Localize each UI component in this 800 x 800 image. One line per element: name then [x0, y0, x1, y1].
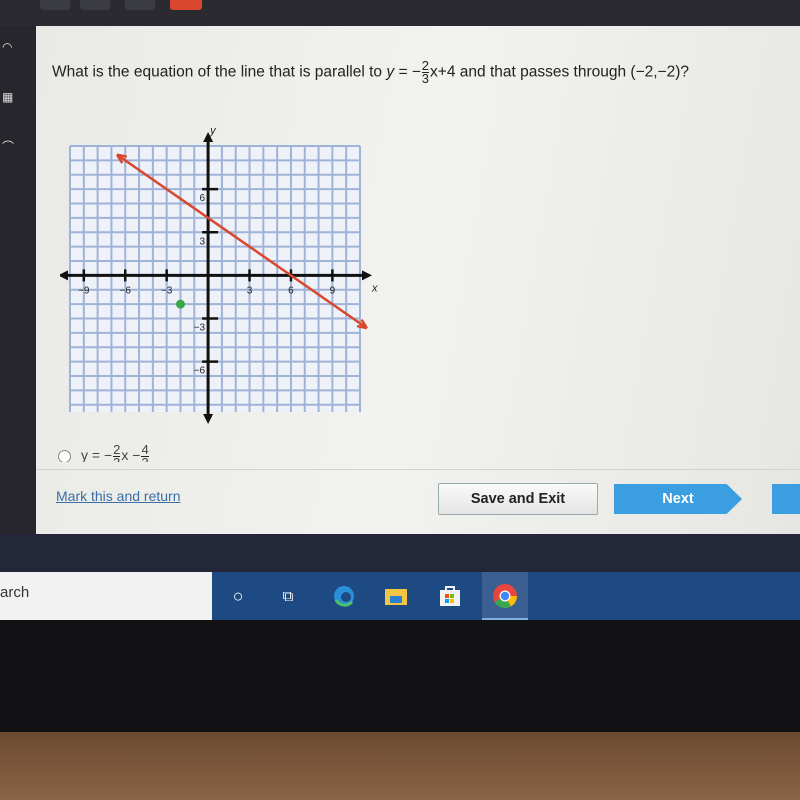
- divider: [36, 469, 800, 470]
- y-axis-label: y: [209, 125, 217, 137]
- x-tick-label: 3: [247, 285, 253, 296]
- edge-icon[interactable]: [330, 582, 358, 610]
- option-fraction-1: 23: [113, 444, 121, 462]
- search-text: arch: [0, 584, 30, 601]
- coordinate-graph: −9 −6 −3 3 6 9 6 3 −3 −6 x y: [60, 125, 378, 424]
- x-tick-label: 9: [330, 285, 336, 296]
- desk-surface: [0, 732, 800, 800]
- mark-and-return-link[interactable]: Mark this and return: [56, 488, 181, 504]
- y-tick-label: −6: [194, 366, 206, 377]
- given-point: [175, 299, 185, 309]
- taskbar: arch ○ ⧉: [0, 572, 800, 620]
- option-den1: 3: [113, 456, 120, 462]
- headphones-icon[interactable]: ◠: [2, 40, 14, 54]
- x-axis-arrow-right: [362, 270, 372, 281]
- option-fraction-2: 43: [141, 444, 149, 462]
- browser-tab-active[interactable]: [170, 0, 202, 10]
- x-axis-arrow-left: [60, 270, 68, 281]
- equation-rhs: x+4: [430, 63, 456, 81]
- browser-top-bar: [0, 0, 800, 26]
- answer-option[interactable]: y = −23x −43: [58, 444, 150, 462]
- screen-bottom-area: [0, 534, 800, 572]
- save-and-exit-button[interactable]: Save and Exit: [438, 483, 598, 515]
- next-button[interactable]: Next: [614, 484, 742, 514]
- option-mid: x −: [121, 447, 141, 462]
- taskbar-search-box[interactable]: arch: [0, 572, 212, 620]
- radio-button[interactable]: [58, 450, 71, 462]
- slope-fraction: 23: [421, 59, 430, 86]
- browser-tab[interactable]: [80, 0, 110, 10]
- option-prefix: y = −: [81, 447, 113, 462]
- calculator-icon[interactable]: ▦: [2, 90, 14, 104]
- monitor-bezel: [0, 620, 800, 732]
- cortana-icon[interactable]: ○: [224, 582, 252, 610]
- slope-denominator: 3: [421, 71, 430, 86]
- x-tick-label: −9: [78, 285, 90, 296]
- x-tick-label: 6: [288, 285, 294, 296]
- reference-icon[interactable]: ⌒: [2, 138, 14, 154]
- store-icon[interactable]: [436, 582, 464, 610]
- question-panel: What is the equation of the line that is…: [36, 26, 800, 534]
- x-tick-label: −6: [120, 285, 132, 296]
- grid-background: [70, 146, 360, 412]
- browser-tab[interactable]: [40, 0, 70, 10]
- y-tick-label: 6: [200, 193, 206, 204]
- y-tick-label: 3: [200, 236, 206, 247]
- task-view-icon[interactable]: ⧉: [274, 582, 302, 610]
- file-explorer-icon[interactable]: [382, 582, 410, 610]
- option-den2: 3: [141, 456, 148, 462]
- question-text: What is the equation of the line that is…: [52, 59, 689, 86]
- x-tick-label: −3: [161, 285, 173, 296]
- equation-lhs: y = −: [386, 63, 421, 81]
- question-prefix: What is the equation of the line that is…: [52, 63, 383, 81]
- chrome-icon[interactable]: [491, 582, 519, 610]
- submit-button-partial[interactable]: [772, 484, 800, 514]
- y-tick-label: −3: [194, 323, 206, 334]
- y-axis-arrow-down: [203, 414, 214, 424]
- left-sidebar: ◠ ▦ ⌒: [0, 26, 36, 536]
- question-suffix: and that passes through (−2,−2)?: [459, 63, 689, 81]
- x-axis-label: x: [371, 282, 378, 294]
- browser-tab[interactable]: [125, 0, 155, 10]
